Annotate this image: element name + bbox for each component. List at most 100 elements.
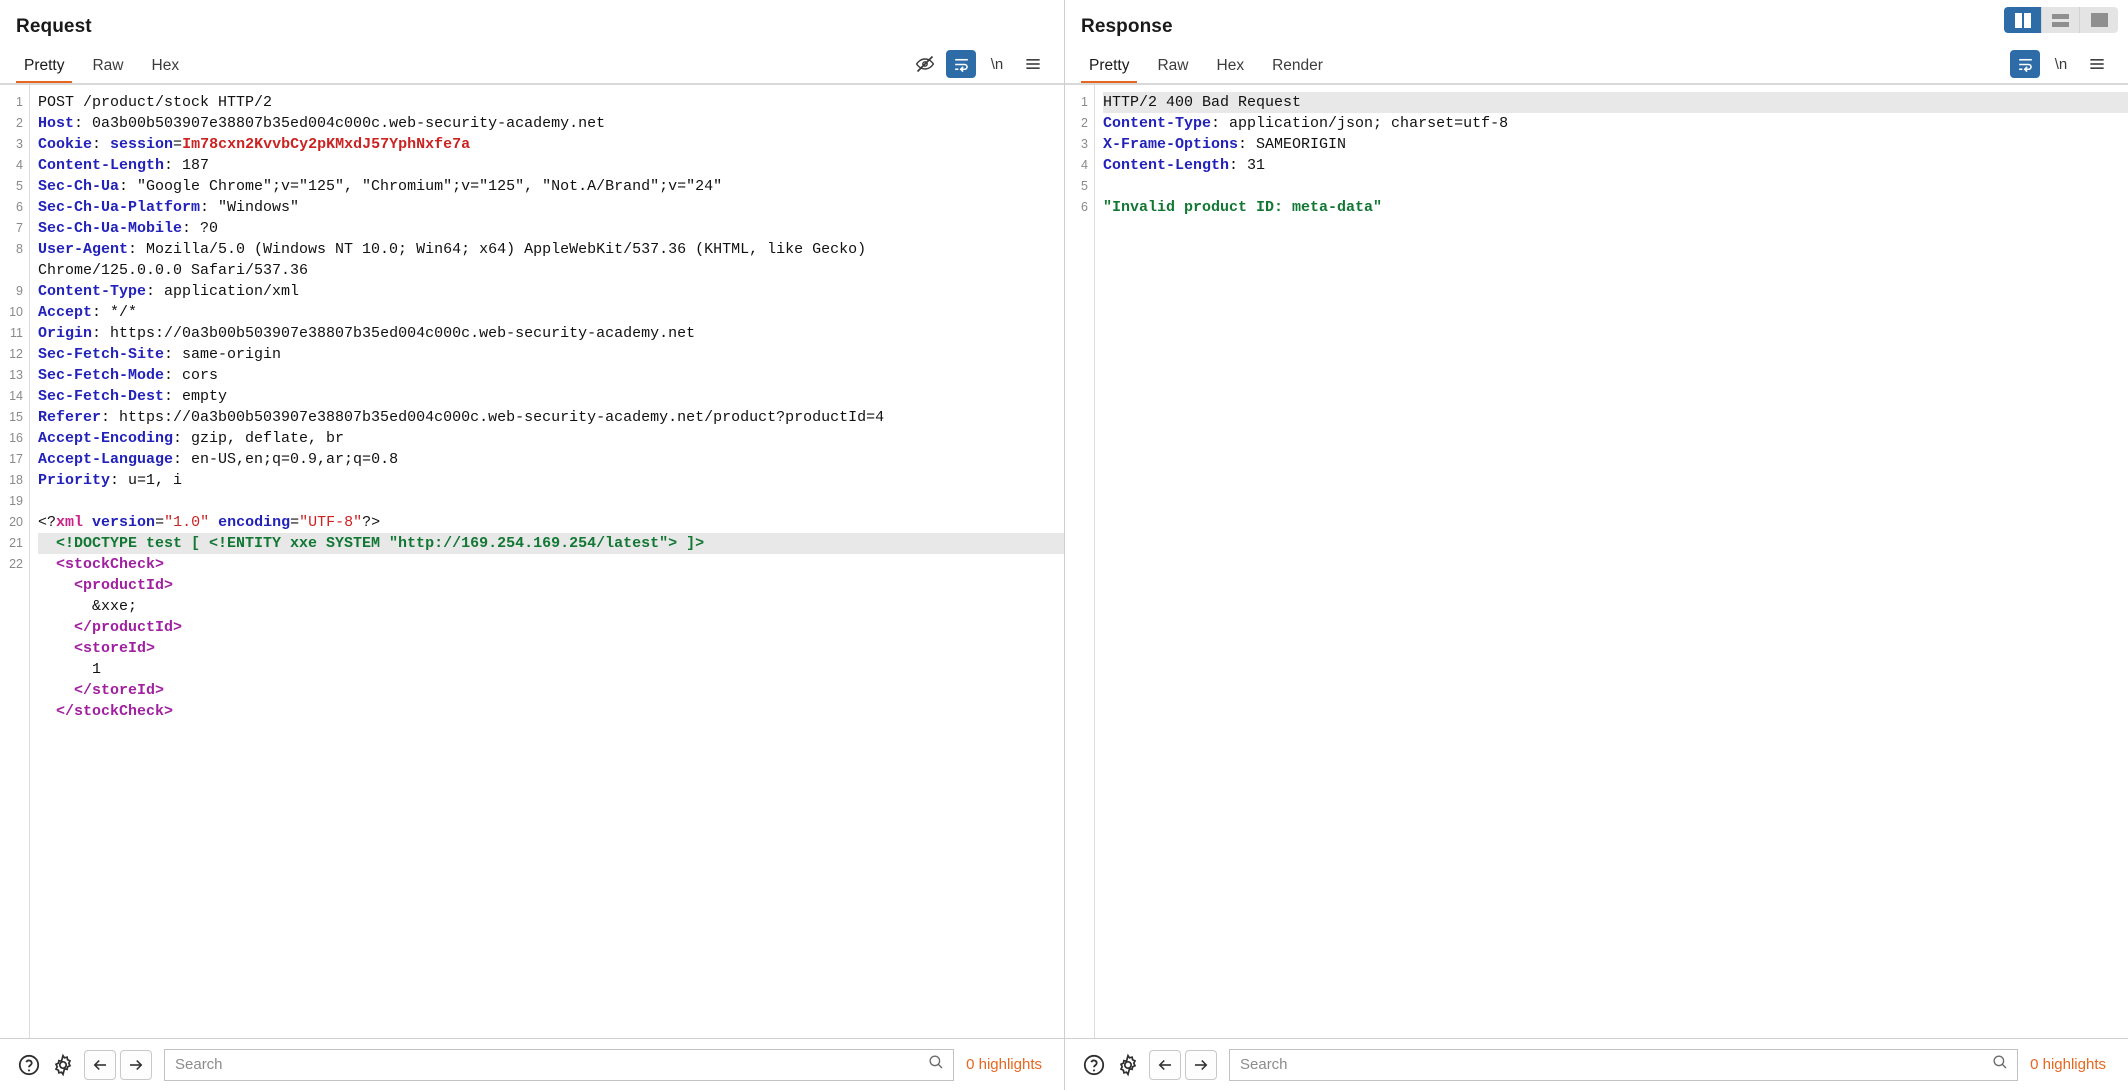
code-token: X-Frame-Options (1103, 136, 1239, 153)
code-token: Sec-Ch-Ua (38, 178, 120, 195)
code-token: : 31 (1229, 157, 1266, 174)
code-line: Origin: https://0a3b00b503907e38807b35ed… (38, 323, 1064, 344)
request-search-input[interactable] (173, 1055, 928, 1074)
code-token: Host (38, 115, 75, 132)
line-number: 22 (9, 557, 23, 571)
menu-icon[interactable] (2082, 50, 2112, 78)
response-status-bar: 0 highlights (1064, 1039, 2128, 1090)
code-line: </storeId> (38, 680, 1064, 701)
line-number: 5 (1081, 179, 1088, 193)
code-token: ?> (362, 514, 381, 531)
layout-split-vertical-button[interactable] (2004, 7, 2042, 33)
code-line: Host: 0a3b00b503907e38807b35ed004c000c.w… (38, 113, 1064, 134)
menu-icon[interactable] (1018, 50, 1048, 78)
code-token: POST /product/stock HTTP/2 (38, 94, 273, 111)
code-token: : 0a3b00b503907e38807b35ed004c000c.web-s… (74, 115, 606, 132)
line-number (0, 701, 29, 722)
code-line: Content-Length: 31 (1103, 155, 2128, 176)
request-tab-raw[interactable]: Raw (78, 53, 137, 84)
code-token: : Mozilla/5.0 (Windows NT 10.0; Win64; x… (128, 241, 867, 258)
line-number: 8 (16, 242, 23, 256)
line-number: 14 (9, 389, 23, 403)
code-token: Content-Type (38, 283, 147, 300)
newline-label: \n (990, 55, 1004, 73)
newline-label: \n (2054, 55, 2068, 73)
code-token: = (290, 514, 300, 531)
code-token: Content-Type (1103, 115, 1212, 132)
code-line: &xxe; (38, 596, 1064, 617)
code-token: session (110, 136, 174, 153)
request-tab-pretty[interactable]: Pretty (10, 53, 78, 84)
response-search-box[interactable] (1229, 1048, 2019, 1081)
newline-icon[interactable]: \n (2046, 50, 2076, 78)
back-button[interactable] (84, 1049, 116, 1080)
code-token: Chrome/125.0.0.0 Safari/537.36 (38, 262, 309, 279)
code-token: : "Windows" (200, 199, 300, 216)
code-line: 1 (38, 659, 1064, 680)
code-token: xml (56, 514, 84, 531)
forward-button[interactable] (1185, 1049, 1217, 1080)
gear-icon[interactable] (46, 1048, 80, 1082)
request-code[interactable]: POST /product/stock HTTP/2 Host: 0a3b00b5… (30, 85, 1064, 1038)
code-line: <stockCheck> (38, 554, 1064, 575)
response-editor[interactable]: 1 2 3 4 5 6 HTTP/2 400 Bad Request Content-Typ… (1065, 84, 2128, 1038)
code-token: Sec-Fetch-Mode (38, 367, 165, 384)
response-search-input[interactable] (1238, 1055, 1992, 1074)
code-token: <productId> (38, 577, 174, 594)
help-icon[interactable] (12, 1048, 46, 1082)
code-line: Accept: */* (38, 302, 1064, 323)
word-wrap-icon[interactable] (946, 50, 976, 78)
response-code[interactable]: HTTP/2 400 Bad Request Content-Type: appl… (1095, 85, 2128, 1038)
code-line: Sec-Ch-Ua: "Google Chrome";v="125", "Chr… (38, 176, 1064, 197)
line-number: 6 (1081, 200, 1088, 214)
line-number: 11 (10, 326, 23, 340)
request-tab-hex[interactable]: Hex (138, 53, 194, 84)
forward-button[interactable] (120, 1049, 152, 1080)
back-button[interactable] (1149, 1049, 1181, 1080)
line-number: 21 (9, 536, 23, 550)
layout-split-horizontal-button[interactable] (2042, 7, 2080, 33)
search-icon (1991, 1053, 2009, 1076)
code-token: </productId> (38, 619, 183, 636)
line-number (0, 638, 29, 659)
code-token: : ?0 (182, 220, 219, 237)
response-tab-hex[interactable]: Hex (1203, 53, 1259, 84)
code-token: Accept-Encoding (38, 430, 174, 447)
code-token: HTTP/2 400 Bad Request (1103, 94, 1302, 111)
word-wrap-icon[interactable] (2010, 50, 2040, 78)
code-token: : "Google Chrome";v="125", "Chromium";v=… (119, 178, 723, 195)
code-token: : 187 (164, 157, 210, 174)
gear-icon[interactable] (1111, 1048, 1145, 1082)
line-number: 19 (9, 494, 23, 508)
line-number: 1 (1081, 95, 1088, 109)
help-icon[interactable] (1077, 1048, 1111, 1082)
line-number: 7 (16, 221, 23, 235)
line-number: 20 (9, 515, 23, 529)
code-token: <!DOCTYPE test [ <!ENTITY xxe SYSTEM "ht… (38, 535, 705, 552)
code-token: "Invalid product ID: meta-data" (1103, 199, 1383, 216)
code-token: : application/xml (146, 283, 300, 300)
request-editor[interactable]: 12345678 9 10 11 12 13 14 15 16 17 18 19 20 21 22 POS… (0, 84, 1064, 1038)
eye-off-icon[interactable] (910, 50, 940, 78)
response-tab-raw[interactable]: Raw (1143, 53, 1202, 84)
code-token: = (155, 514, 165, 531)
line-number: 4 (16, 158, 23, 172)
request-search-box[interactable] (164, 1048, 955, 1081)
line-number (0, 260, 29, 281)
line-number: 6 (16, 200, 23, 214)
response-line-numbers: 1 2 3 4 5 6 (1065, 85, 1095, 1038)
code-line: X-Frame-Options: SAMEORIGIN (1103, 134, 2128, 155)
code-token: = (173, 136, 183, 153)
code-token: <storeId> (38, 640, 156, 657)
newline-icon[interactable]: \n (982, 50, 1012, 78)
response-tab-render[interactable]: Render (1258, 53, 1337, 84)
code-line: Content-Length: 187 (38, 155, 1064, 176)
request-tabbar: Pretty Raw Hex \n (0, 38, 1064, 84)
code-line: "Invalid product ID: meta-data" (1103, 197, 2128, 218)
layout-single-pane-button[interactable] (2080, 7, 2118, 33)
code-line: Content-Type: application/json; charset=… (1103, 113, 2128, 134)
response-tab-pretty[interactable]: Pretty (1075, 53, 1143, 84)
code-token: Content-Length (38, 157, 165, 174)
code-token: : empty (164, 388, 228, 405)
